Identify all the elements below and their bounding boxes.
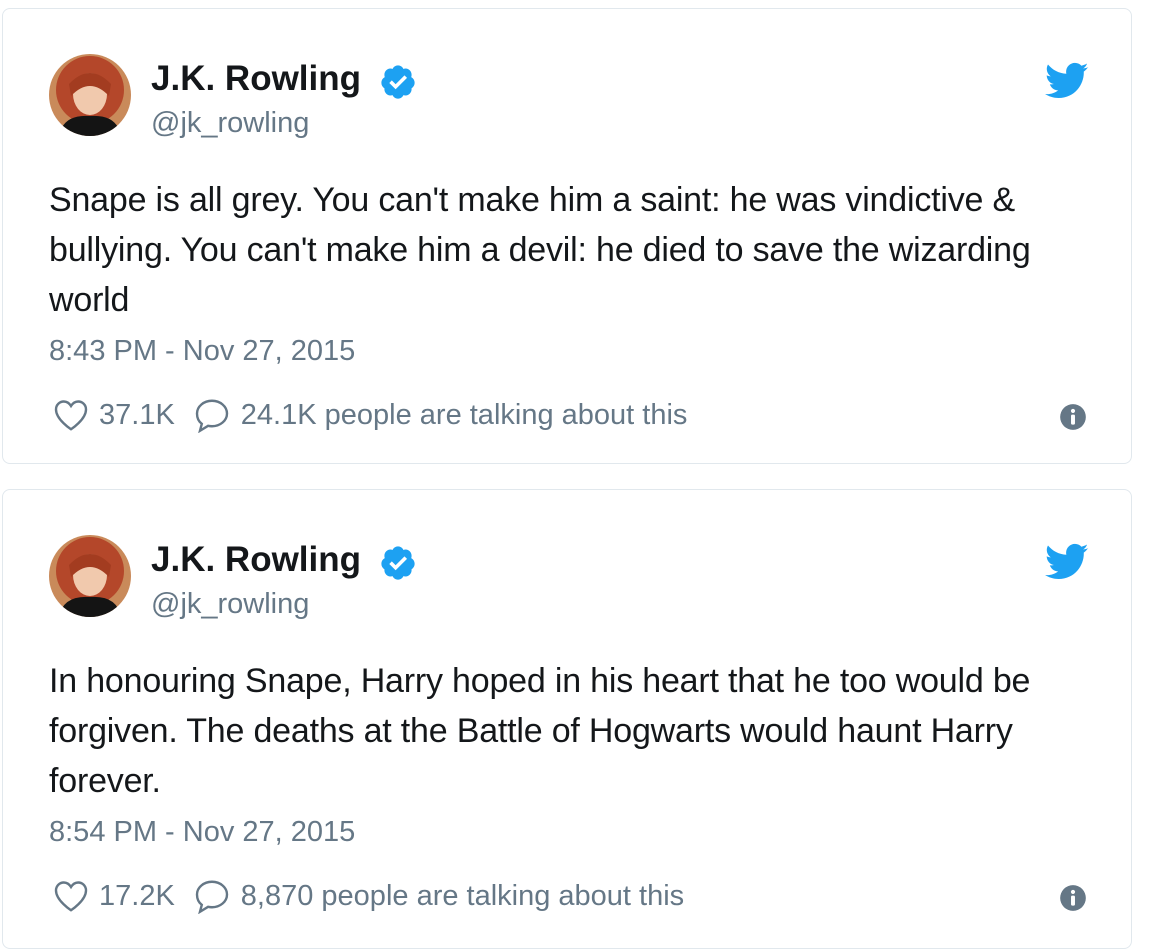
tweet-actions: 37.1K 24.1K people are talking about thi… — [53, 395, 687, 435]
speech-bubble-icon[interactable] — [193, 878, 231, 914]
author-handle[interactable]: @jk_rowling — [151, 105, 309, 141]
tweet-timestamp[interactable]: 8:43 PM - Nov 27, 2015 — [49, 333, 355, 369]
author-name[interactable]: J.K. Rowling — [151, 59, 361, 99]
tweet-text: In honouring Snape, Harry hoped in his h… — [49, 662, 1031, 800]
author-name[interactable]: J.K. Rowling — [151, 540, 361, 580]
tweet-text: Snape is all grey. You can't make him a … — [49, 181, 1031, 319]
heart-icon[interactable] — [53, 398, 89, 432]
info-icon[interactable] — [1059, 884, 1087, 912]
twitter-bird-icon[interactable] — [1045, 542, 1089, 582]
avatar[interactable] — [49, 54, 131, 136]
tweet-card[interactable]: J.K. Rowling @jk_rowling In honouring Sn… — [2, 489, 1132, 949]
info-icon[interactable] — [1059, 403, 1087, 431]
heart-icon[interactable] — [53, 879, 89, 913]
verified-badge-icon — [381, 546, 415, 580]
twitter-bird-icon[interactable] — [1045, 61, 1089, 101]
tweet-card[interactable]: J.K. Rowling @jk_rowling Snape is all gr… — [2, 8, 1132, 464]
speech-bubble-icon[interactable] — [193, 397, 231, 433]
like-count[interactable]: 37.1K — [99, 399, 175, 432]
tweet-timestamp[interactable]: 8:54 PM - Nov 27, 2015 — [49, 814, 355, 850]
talking-about-link[interactable]: 24.1K people are talking about this — [241, 399, 688, 432]
talking-about-link[interactable]: 8,870 people are talking about this — [241, 880, 684, 913]
tweet-actions: 17.2K 8,870 people are talking about thi… — [53, 876, 684, 916]
author-handle[interactable]: @jk_rowling — [151, 586, 309, 622]
verified-badge-icon — [381, 65, 415, 99]
like-count[interactable]: 17.2K — [99, 880, 175, 913]
avatar[interactable] — [49, 535, 131, 617]
